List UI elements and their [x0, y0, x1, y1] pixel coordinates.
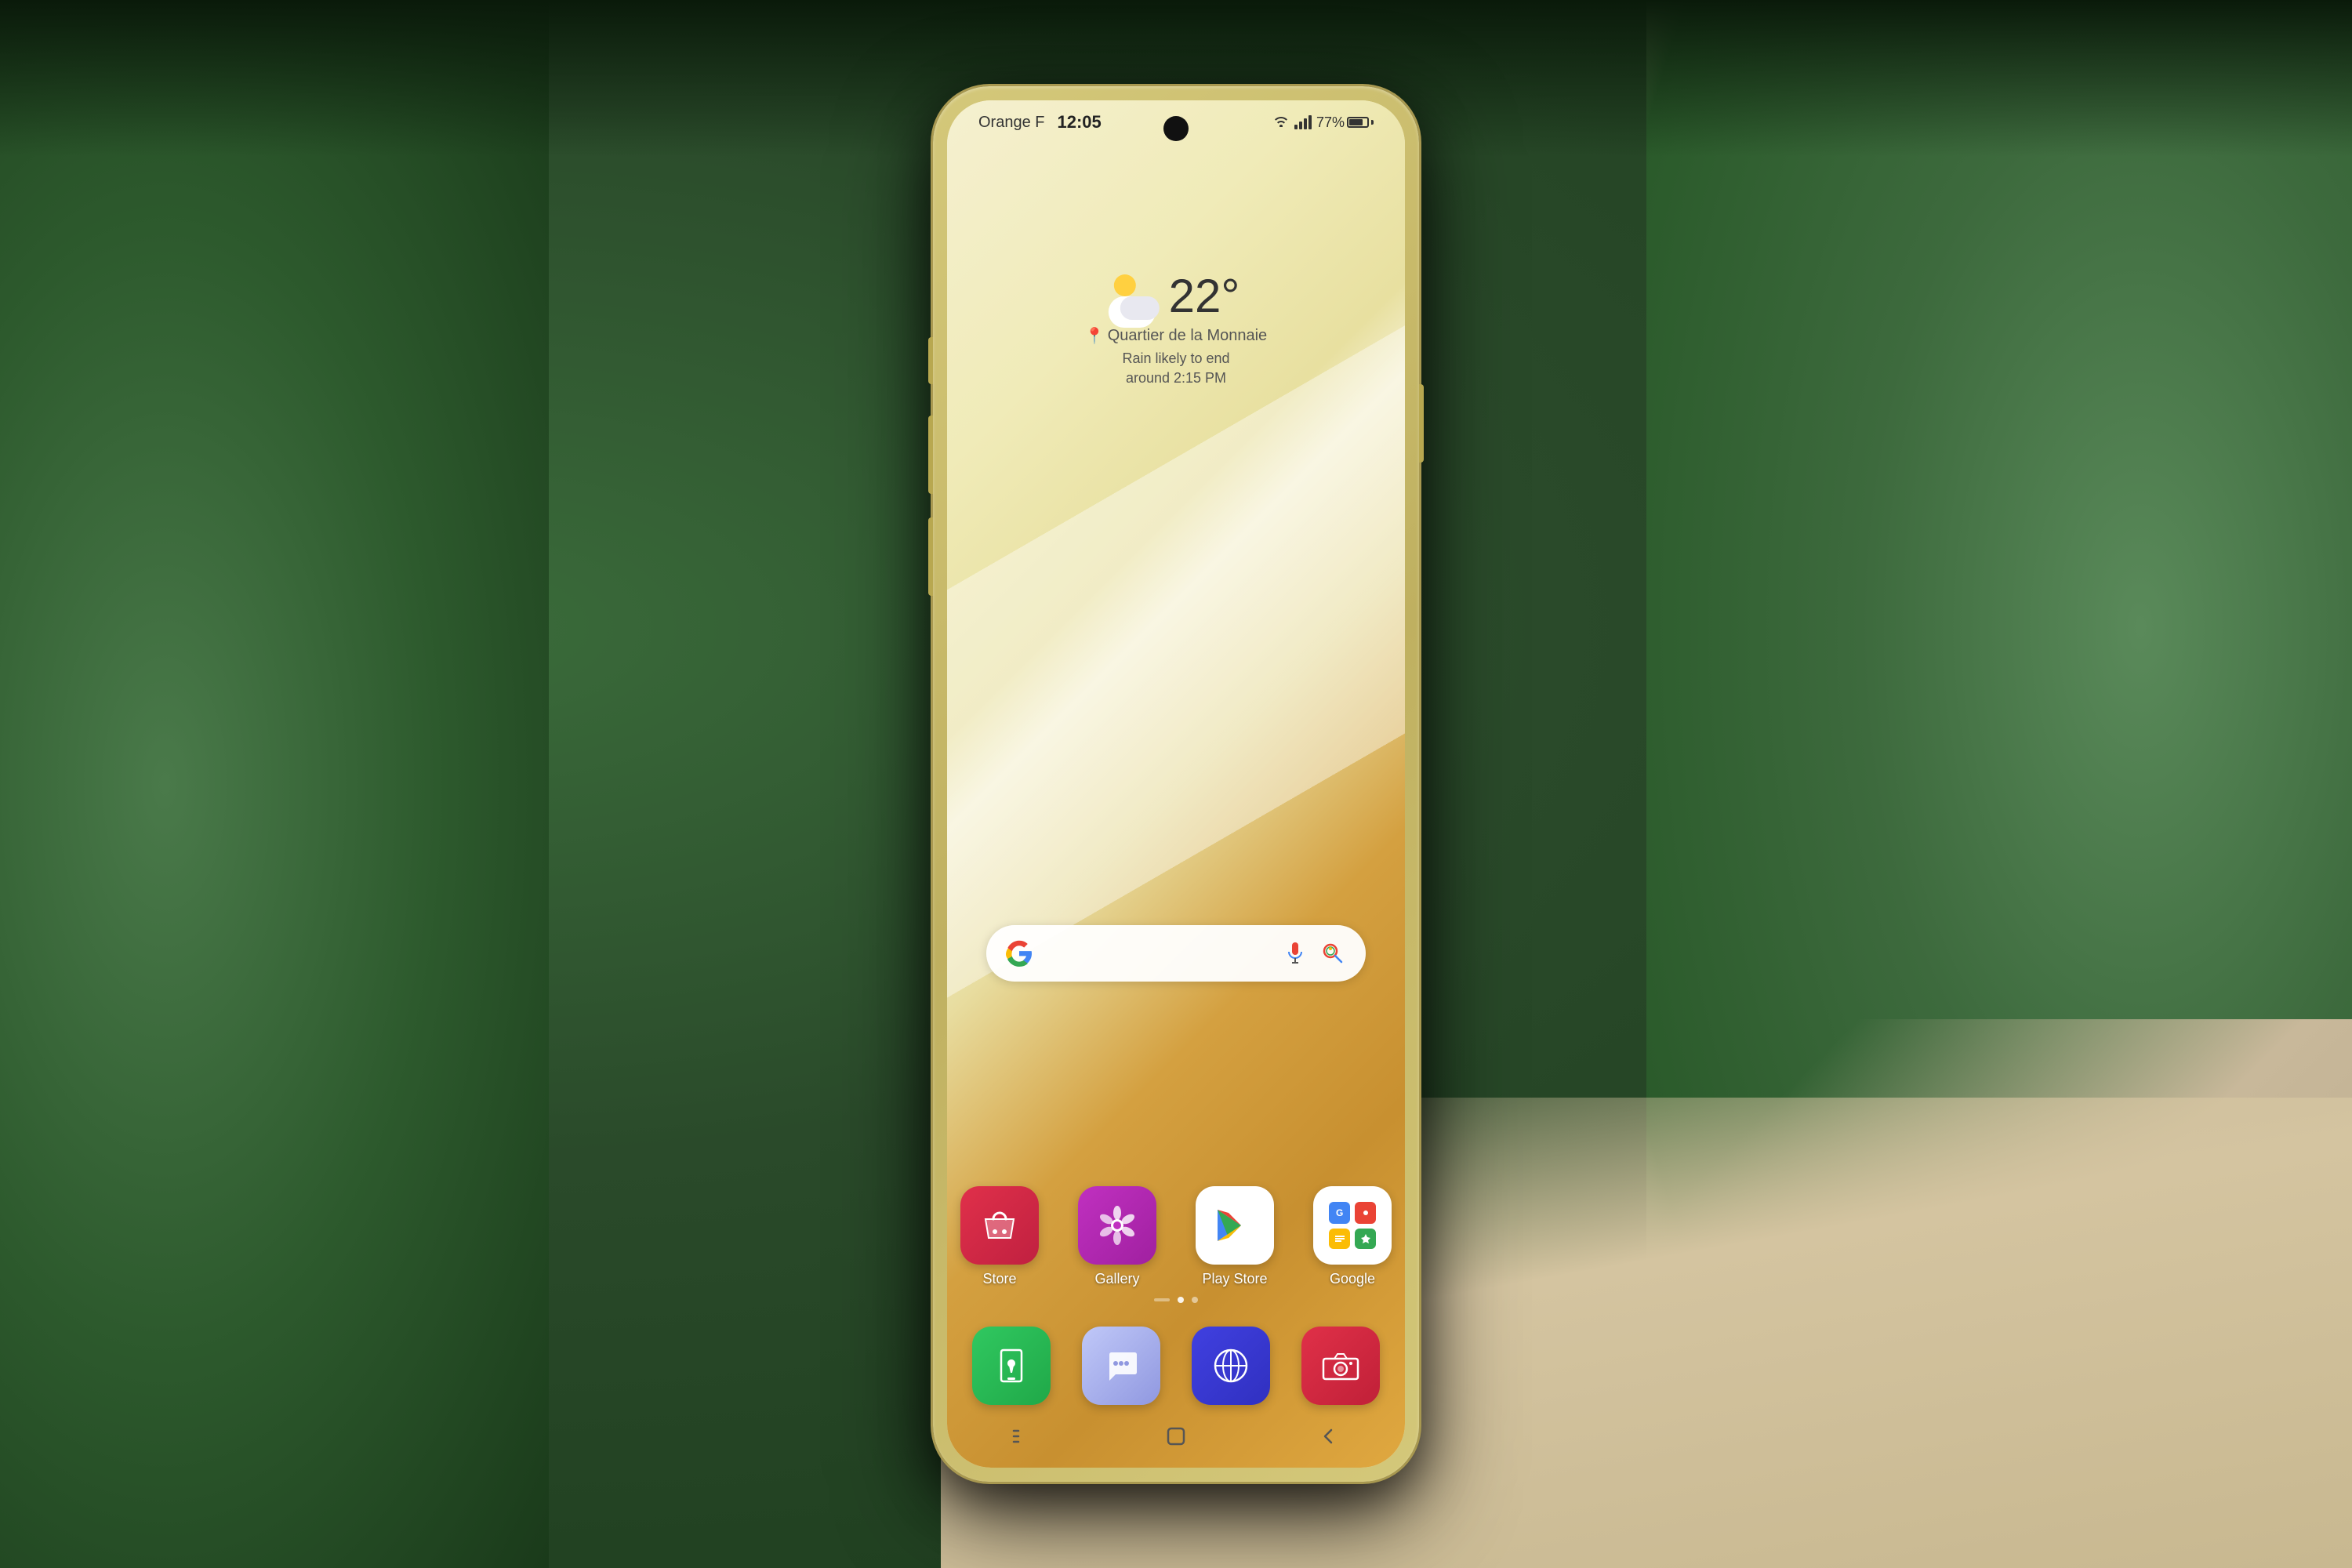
foliage-left: [0, 0, 549, 1568]
messages-icon: [1082, 1327, 1160, 1405]
search-mic-icon[interactable]: [1281, 939, 1309, 967]
wifi-icon: [1272, 114, 1290, 131]
search-lens-icon[interactable]: [1319, 939, 1347, 967]
store-label: Store: [982, 1271, 1016, 1287]
weather-temperature: 22°: [1169, 273, 1240, 320]
weather-icon: [1112, 273, 1160, 320]
location-text: Quartier de la Monnaie: [1108, 327, 1267, 345]
status-icons: 77%: [1272, 114, 1374, 131]
search-bar[interactable]: [986, 925, 1366, 982]
dock: [972, 1327, 1380, 1405]
status-right-icons: 77%: [1272, 114, 1374, 131]
google-g-icon: [1005, 939, 1033, 967]
dock-browser[interactable]: [1192, 1327, 1270, 1405]
battery-percent: 77%: [1316, 114, 1345, 131]
signal-icon: [1294, 115, 1312, 129]
dot-active: [1178, 1297, 1184, 1303]
weather-location: 📍 Quartier de la Monnaie: [1085, 326, 1267, 346]
dot-inactive: [1192, 1297, 1198, 1303]
nav-recent-button[interactable]: [1000, 1421, 1047, 1452]
app-item-playstore[interactable]: Play Store: [1188, 1186, 1282, 1287]
store-icon: [960, 1186, 1039, 1265]
battery-body: [1347, 117, 1369, 128]
battery-icon: 77%: [1316, 114, 1374, 131]
camera-cutout: [1163, 116, 1189, 141]
phone-screen: Orange F 12:05: [947, 100, 1405, 1468]
location-pin-icon: 📍: [1085, 326, 1105, 346]
nav-home-button[interactable]: [1152, 1421, 1200, 1452]
weather-desc-line2: around 2:15 PM: [1126, 370, 1226, 386]
gallery-icon: [1078, 1186, 1156, 1265]
phone-icon: [972, 1327, 1051, 1405]
gallery-label: Gallery: [1094, 1271, 1139, 1287]
app-item-google[interactable]: G Google: [1305, 1186, 1399, 1287]
time-text: 12:05: [1057, 112, 1101, 132]
dot-line: [1154, 1298, 1170, 1301]
phone-shell: Orange F 12:05: [933, 86, 1419, 1482]
page-indicator: [1154, 1297, 1198, 1303]
weather-row: 22°: [1085, 273, 1267, 320]
nav-bar: [947, 1405, 1405, 1468]
phone: Orange F 12:05: [933, 86, 1419, 1482]
weather-desc-line1: Rain likely to end: [1122, 350, 1229, 366]
app-item-gallery[interactable]: Gallery: [1070, 1186, 1164, 1287]
dock-phone[interactable]: [972, 1327, 1051, 1405]
playstore-icon: [1196, 1186, 1274, 1265]
google-label: Google: [1330, 1271, 1375, 1287]
browser-icon: [1192, 1327, 1270, 1405]
cloud: [1120, 296, 1160, 320]
dock-camera[interactable]: [1301, 1327, 1380, 1405]
app-grid: Store: [953, 1186, 1399, 1287]
camera-icon: [1301, 1327, 1380, 1405]
playstore-label: Play Store: [1202, 1271, 1267, 1287]
app-item-store[interactable]: Store: [953, 1186, 1047, 1287]
google-icon: G: [1313, 1186, 1392, 1265]
weather-description: Rain likely to end around 2:15 PM: [1085, 349, 1267, 388]
bixby-button[interactable]: [928, 517, 933, 596]
sun-circle: [1114, 274, 1136, 296]
battery-fill: [1349, 119, 1363, 125]
battery-tip: [1371, 120, 1374, 125]
dock-messages[interactable]: [1082, 1327, 1160, 1405]
volume-up-button[interactable]: [928, 337, 933, 384]
power-button[interactable]: [1419, 384, 1424, 463]
volume-down-button[interactable]: [928, 416, 933, 494]
carrier-text: Orange F: [978, 114, 1044, 132]
weather-widget: 22° 📍 Quartier de la Monnaie Rain likely…: [1085, 273, 1267, 388]
svg-text:G: G: [1336, 1207, 1343, 1218]
nav-back-button[interactable]: [1305, 1421, 1352, 1452]
